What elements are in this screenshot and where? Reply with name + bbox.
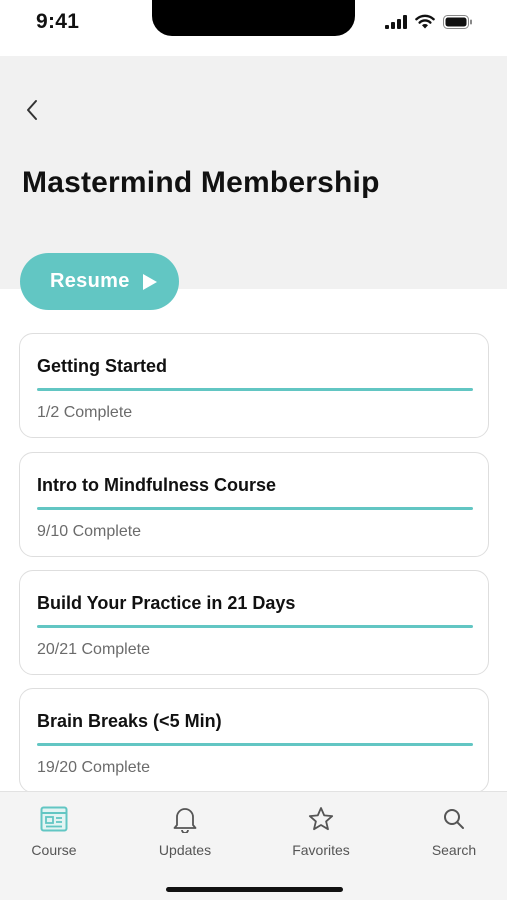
search-icon	[444, 809, 464, 829]
section-progress-fill	[37, 507, 473, 510]
home-indicator	[166, 887, 343, 892]
chevron-left-icon	[27, 100, 37, 120]
resume-button[interactable]: Resume	[20, 253, 179, 310]
page-title: Mastermind Membership	[22, 166, 380, 199]
play-icon	[142, 273, 157, 290]
section-title: Getting Started	[37, 356, 168, 376]
section-card[interactable]: Build Your Practice in 21 Days 20/21 Com…	[19, 570, 489, 675]
section-status: 9/10 Complete	[37, 523, 142, 540]
status-time: 9:41	[36, 10, 80, 33]
status-bar: 9:41	[0, 0, 507, 56]
tab-label: Search	[431, 842, 477, 858]
section-progress-fill	[37, 388, 473, 391]
status-icons	[385, 14, 473, 29]
section-progress-fill	[37, 743, 473, 746]
star-icon	[308, 807, 334, 831]
section-progress-bar	[37, 507, 473, 510]
section-card[interactable]: Brain Breaks (<5 Min) 19/20 Complete	[19, 688, 489, 793]
section-progress-bar	[37, 743, 473, 746]
section-status: 20/21 Complete	[37, 641, 150, 658]
tab-course[interactable]: Course	[4, 804, 104, 858]
bell-icon	[173, 808, 197, 833]
device-notch	[152, 0, 355, 36]
section-progress-bar	[37, 625, 473, 628]
section-title: Intro to Mindfulness Course	[37, 475, 277, 495]
tab-label: Favorites	[292, 842, 350, 858]
course-icon	[40, 806, 68, 832]
tab-label: Updates	[158, 842, 212, 858]
tab-updates[interactable]: Updates	[135, 804, 235, 858]
section-progress-fill	[37, 625, 473, 628]
section-progress-bar	[37, 388, 473, 391]
wifi-icon	[415, 14, 435, 29]
tab-bar: Course Updates Favorites Search	[0, 791, 507, 900]
section-card[interactable]: Getting Started 1/2 Complete	[19, 333, 489, 438]
resume-label: Resume	[50, 270, 130, 292]
cellular-signal-icon	[385, 14, 407, 29]
section-status: 1/2 Complete	[37, 404, 133, 421]
tab-search[interactable]: Search	[404, 804, 504, 858]
section-card[interactable]: Intro to Mindfulness Course 9/10 Complet…	[19, 452, 489, 557]
tab-label: Course	[31, 842, 77, 858]
section-title: Build Your Practice in 21 Days	[37, 593, 296, 613]
section-title: Brain Breaks (<5 Min)	[37, 711, 222, 731]
tab-favorites[interactable]: Favorites	[271, 804, 371, 858]
section-status: 19/20 Complete	[37, 759, 150, 776]
battery-icon	[443, 14, 472, 29]
back-button[interactable]	[18, 96, 46, 124]
